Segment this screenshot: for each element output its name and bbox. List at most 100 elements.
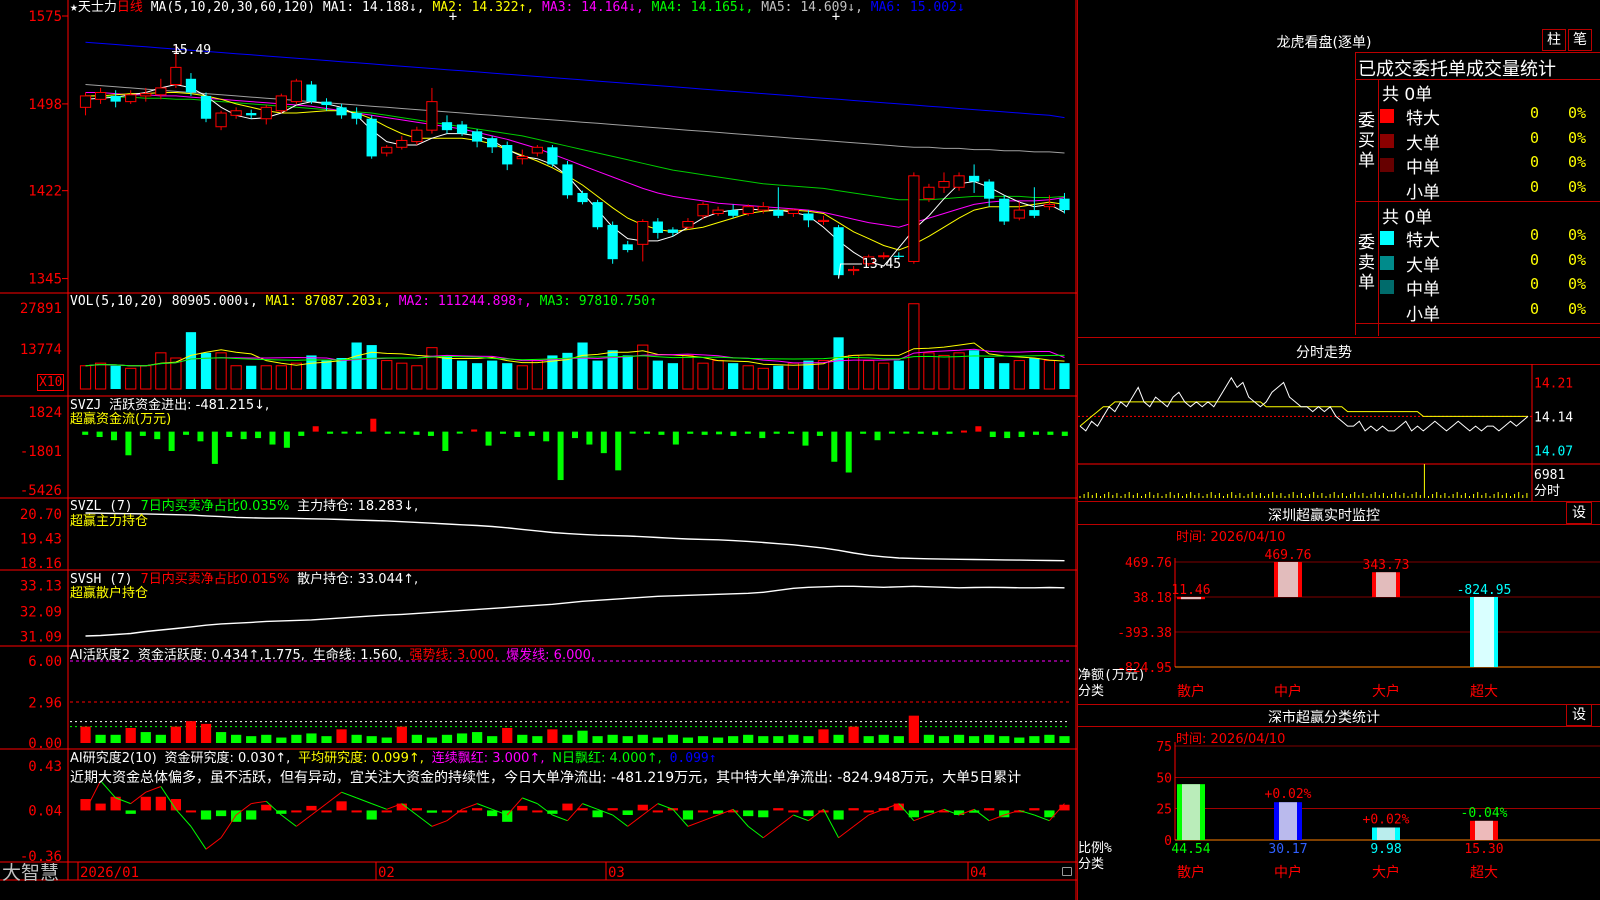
research-bar: [984, 808, 995, 811]
sz-class-axis-label: 分类: [1078, 857, 1104, 872]
order-row-label: 小单: [1406, 304, 1440, 325]
candle-body: [577, 192, 588, 203]
vol-ma3: MA3: 97810.750↑: [539, 294, 658, 309]
main-holding-line: [85, 512, 1065, 562]
research-bar: [923, 810, 935, 813]
volume-bar: [471, 363, 483, 389]
fund-flow-bar: [730, 431, 737, 436]
fund-flow-bar: [139, 431, 146, 436]
research-bar: [532, 810, 543, 813]
svsh-label2: 散户持仓: 33.044↑,: [297, 572, 419, 587]
sz-monitor-category: 超大: [1470, 684, 1498, 700]
activity-bar: [80, 726, 91, 743]
intraday-chart[interactable]: 14.21 14.14 14.07 6981分时: [1078, 364, 1600, 501]
volume-bar: [682, 354, 694, 390]
fund-flow-bar: [543, 431, 550, 442]
left-chart-area[interactable]: 1575 1498 1422 1345 15.49 13.45 + +27891 13774 18…: [0, 0, 1077, 900]
candle-body: [170, 66, 182, 85]
research-bar: [95, 803, 106, 811]
fund-flow-bar: [644, 431, 651, 434]
fund-flow-bar: [499, 431, 506, 434]
period-label[interactable]: 日线: [117, 0, 143, 15]
fund-flow-bar: [960, 430, 967, 433]
sz-class-value-label: 15.30: [1464, 842, 1503, 857]
svzj-y-tick: -1801: [20, 444, 62, 460]
candle-body: [396, 139, 408, 148]
research-line-segment: [145, 786, 162, 793]
ai-research-label5: 0.099↑: [669, 751, 717, 766]
order-row-pct: 0%: [1568, 128, 1587, 147]
order-row: 中单 0 0%: [1380, 153, 1586, 178]
order-color-swatch: [1380, 158, 1394, 172]
fund-flow-bar: [615, 431, 622, 471]
ma4-value: MA4: 14.165↓,: [651, 0, 754, 15]
scroll-lock-icon[interactable]: [1062, 867, 1072, 876]
tick-mode-button[interactable]: 笔: [1568, 29, 1592, 51]
sz-class-chart[interactable]: 7550250比例%分类44.54散户+0.02%30.17中户+0.02%9.…: [1078, 726, 1600, 900]
fund-flow-bar: [845, 431, 852, 473]
candle-body: [833, 227, 844, 276]
activity-bar: [291, 734, 302, 743]
activity-bar: [426, 737, 438, 743]
sz-monitor-category: 中户: [1274, 683, 1302, 700]
date-axis-label: 2026/01: [80, 865, 139, 881]
fund-flow-bar: [946, 431, 953, 434]
svsh-y-tick: 33.13: [20, 579, 62, 595]
ai-research-header: AI研究度2(10) 资金研究度: 0.030↑, 平均研究度: 0.099↑,…: [70, 751, 717, 767]
research-line-segment: [702, 814, 719, 822]
bar-mode-button[interactable]: 柱: [1542, 29, 1566, 51]
sz-class-bar-highlight: [1475, 820, 1493, 840]
activity-bar: [953, 734, 965, 743]
order-row: 小单 0 0%: [1380, 178, 1586, 203]
low-price-label: 13.45: [862, 257, 901, 272]
research-bar: [336, 801, 347, 811]
research-bar: [758, 810, 769, 818]
volume-bar: [938, 354, 950, 390]
buy-side-label: 委买单: [1358, 111, 1375, 171]
fund-flow-bar: [1032, 431, 1039, 435]
sz-class-settings-button[interactable]: 设: [1566, 704, 1592, 726]
fund-flow-bar: [427, 431, 434, 436]
candle-body: [682, 221, 694, 228]
order-row: 大单 0 0%: [1380, 251, 1586, 276]
volume-bar: [773, 365, 784, 389]
research-line-segment: [778, 814, 794, 827]
sz-monitor-y-tick: 469.76: [1125, 556, 1172, 571]
sz-monitor-bar-label: -824.95: [1457, 583, 1512, 598]
research-bar: [788, 810, 799, 813]
activity-bar: [803, 736, 814, 743]
fund-flow-bar: [269, 431, 276, 445]
intraday-price-line: [1079, 376, 1529, 432]
sz-monitor-settings-button[interactable]: 设: [1566, 502, 1592, 524]
sz-class-y-tick: 50: [1156, 771, 1172, 786]
activity-bar: [848, 726, 859, 743]
sz-monitor-chart[interactable]: 469.76 38.18 -393.38 -824.95 净额(万元)分类 11.46 散户…: [1078, 524, 1600, 704]
research-bar: [577, 808, 588, 811]
sz-monitor-category: 散户: [1177, 683, 1205, 700]
volume-bar: [1029, 358, 1040, 389]
fund-flow-bar: [600, 431, 607, 454]
star-icon[interactable]: ★: [70, 0, 78, 15]
order-row-label: 特大: [1406, 109, 1440, 129]
candle-body: [923, 186, 935, 200]
fund-flow-bar: [860, 431, 867, 434]
svzl-y-tick: 18.16: [20, 556, 62, 572]
candle-body: [1029, 210, 1040, 216]
candle-body: [155, 87, 167, 96]
fund-flow-bar: [399, 431, 406, 434]
order-row: 特大 0 0%: [1380, 226, 1586, 251]
research-line-segment: [762, 825, 779, 839]
ai-active-y-tick: 6.00: [28, 654, 62, 670]
research-bar: [351, 810, 362, 813]
candle-body: [351, 113, 362, 119]
fund-flow-bar: [1047, 431, 1054, 435]
volume-bar: [592, 360, 603, 389]
ma60-line: [85, 84, 1065, 154]
research-line-segment: [1019, 809, 1035, 816]
candle-body: [441, 122, 453, 131]
volume-bar: [863, 360, 875, 390]
stock-name[interactable]: 天士力: [78, 0, 117, 15]
activity-bar: [938, 736, 950, 743]
research-bar: [381, 810, 392, 813]
research-bar: [140, 796, 151, 811]
